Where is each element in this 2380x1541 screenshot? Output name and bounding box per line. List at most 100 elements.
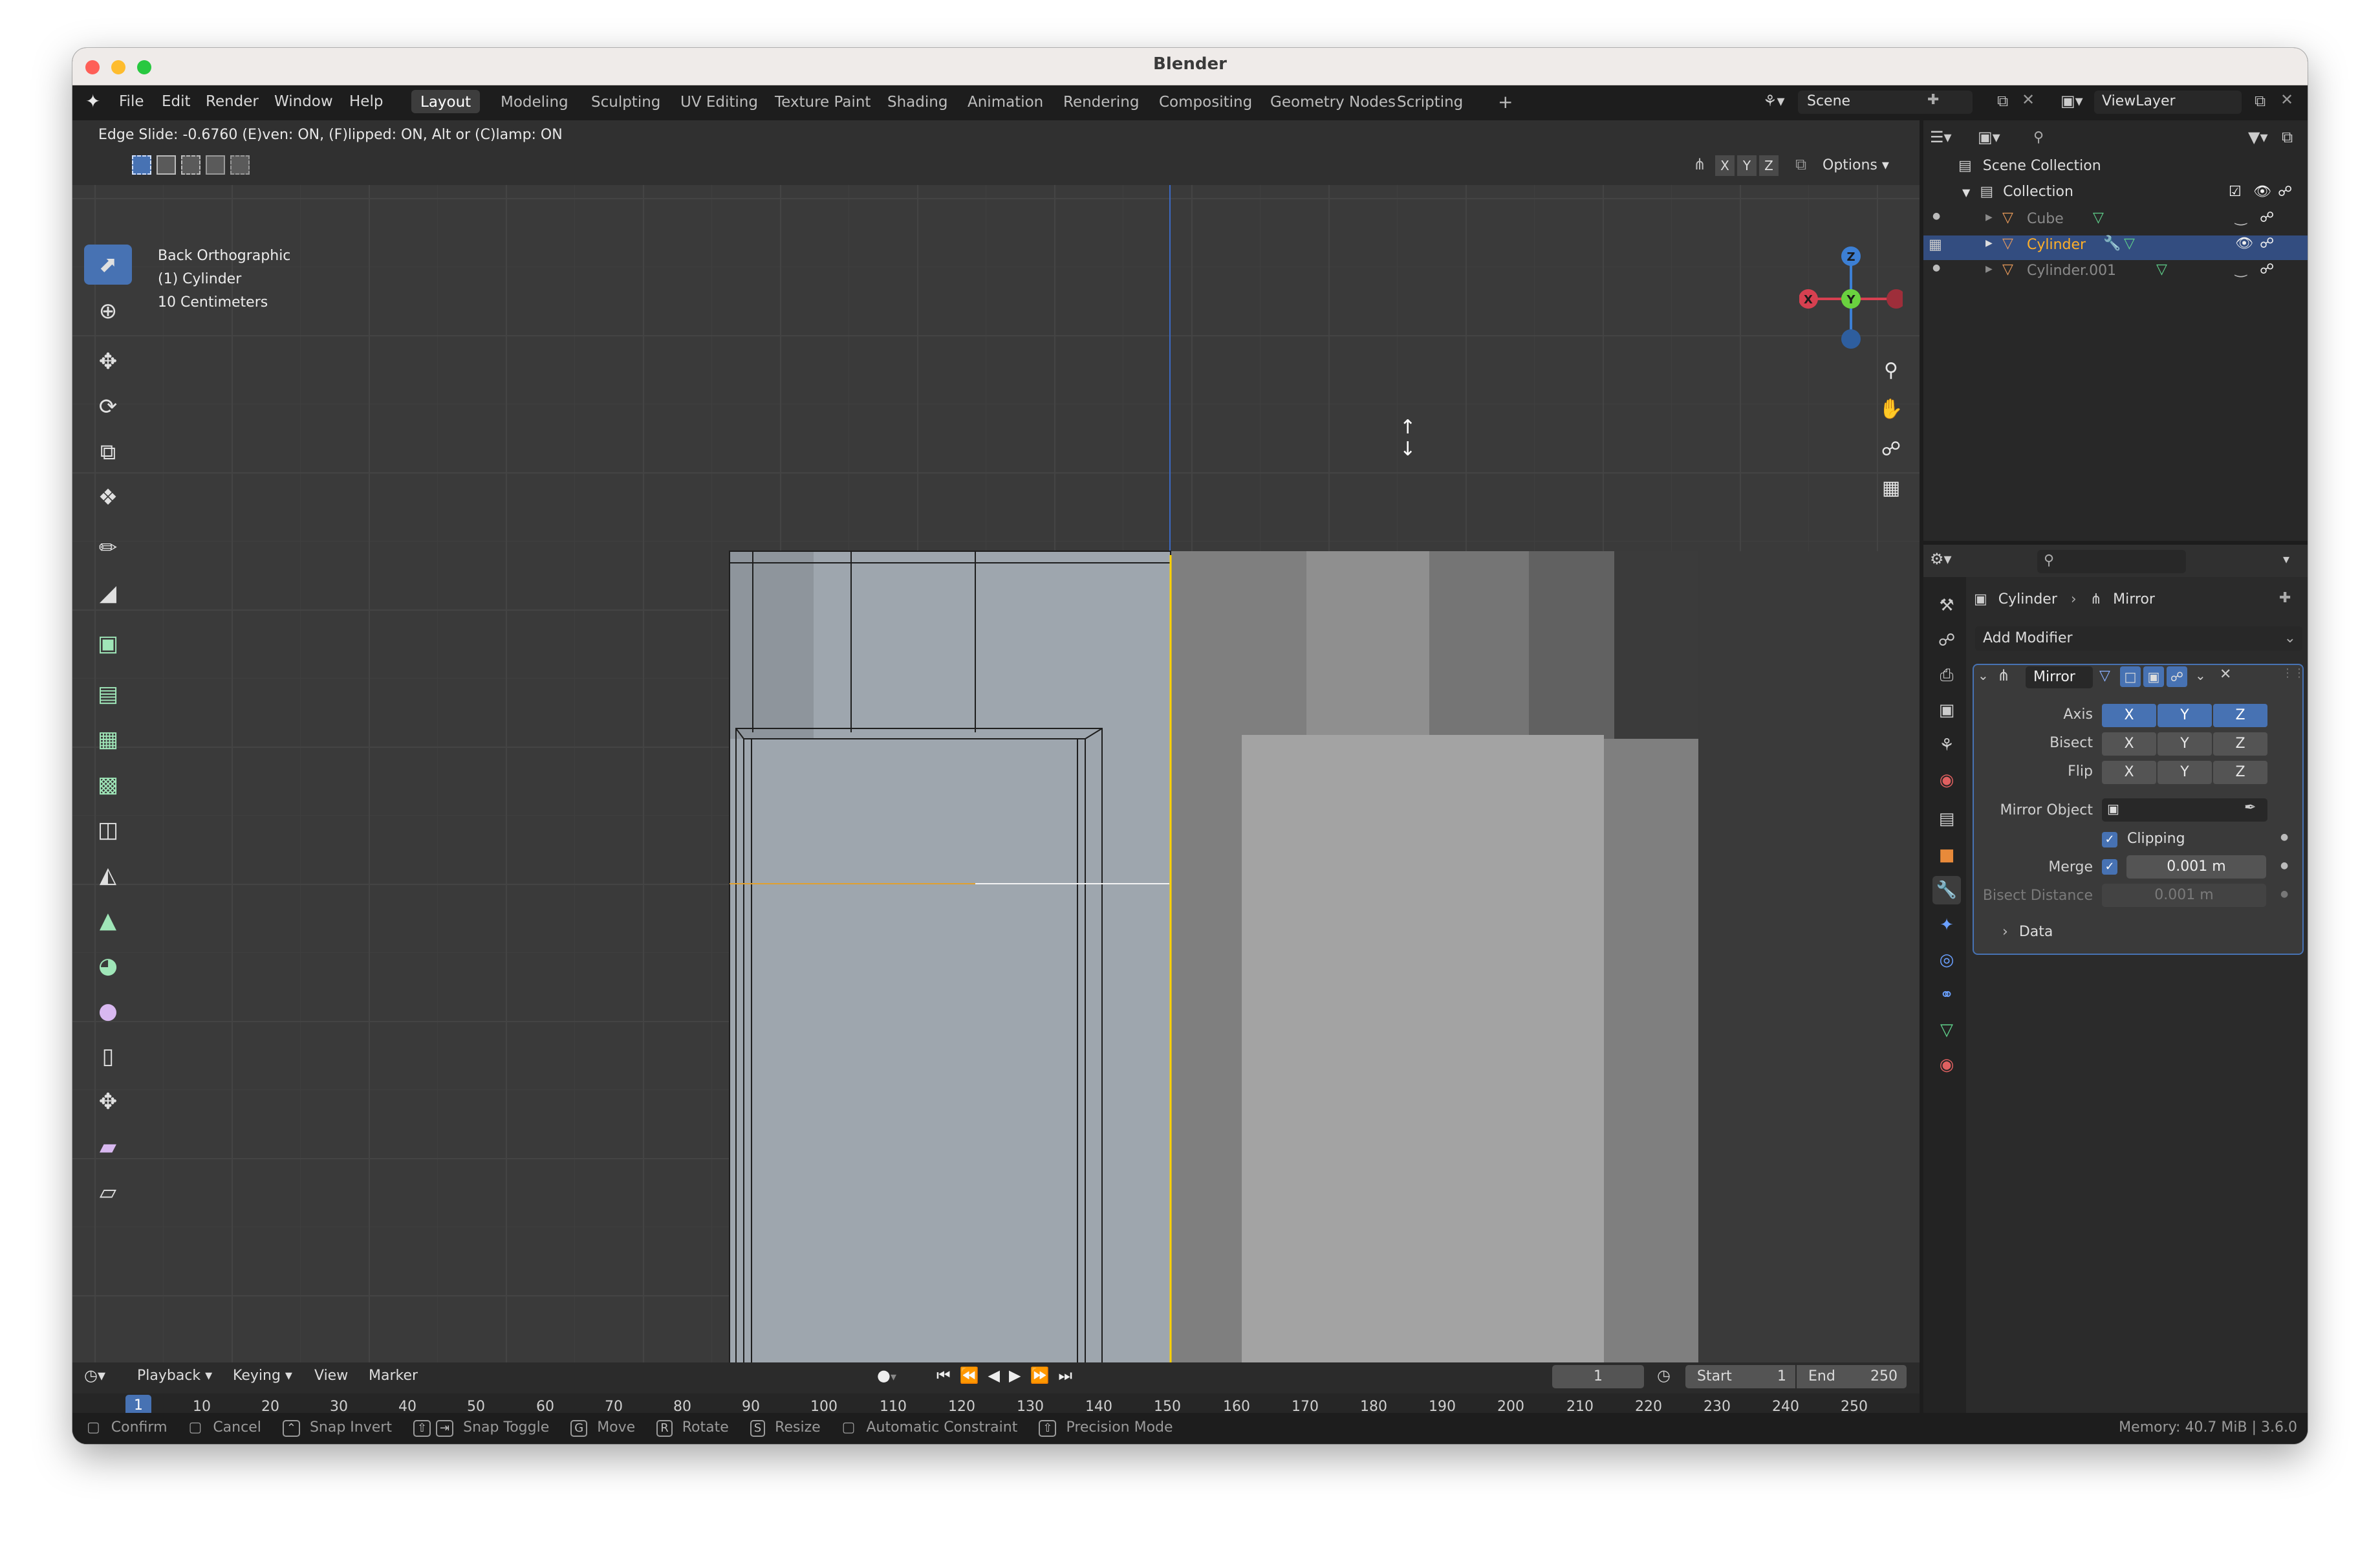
add-workspace-button[interactable]: + bbox=[1489, 87, 1522, 113]
play-icon[interactable]: ▶ bbox=[1009, 1366, 1030, 1384]
rotate-tool[interactable]: ⟳ bbox=[84, 387, 132, 427]
shear-tool[interactable]: ▰ bbox=[84, 1127, 132, 1167]
tab-compositing[interactable]: Compositing bbox=[1150, 90, 1261, 113]
bisect-x-button[interactable]: X bbox=[2102, 732, 2156, 756]
remove-modifier-icon[interactable]: ✕ bbox=[2220, 666, 2231, 683]
outliner-search-input[interactable]: ⚲ bbox=[2027, 127, 2176, 150]
outliner-row-cylinder[interactable]: ▦ ▶ ▽ Cylinder 🔧 ▽ 👁 ☍ bbox=[1923, 235, 2308, 260]
scale-tool[interactable]: ⧉ bbox=[84, 432, 132, 472]
object-tab-icon[interactable]: ■ bbox=[1932, 841, 1961, 869]
poly-build-tool[interactable]: ▲ bbox=[84, 901, 132, 941]
keyframe-dot-icon[interactable]: ● bbox=[2280, 832, 2288, 842]
scene-collection-row[interactable]: ▤ Scene Collection bbox=[1958, 158, 2101, 174]
axis-z-button[interactable]: Z bbox=[2213, 704, 2267, 727]
world-tab-icon[interactable]: ◉ bbox=[1932, 766, 1961, 794]
output-tab-icon[interactable]: ⎙ bbox=[1932, 661, 1961, 690]
start-frame-field[interactable]: Start 1 bbox=[1685, 1365, 1795, 1388]
merge-distance-field[interactable]: 0.001 m bbox=[2126, 855, 2266, 879]
select-invert-icon[interactable] bbox=[206, 155, 225, 175]
hidden-icon[interactable]: ‿ bbox=[2235, 261, 2247, 278]
inset-tool[interactable]: ▦ bbox=[84, 719, 132, 760]
pin-icon[interactable]: ✚ bbox=[2279, 590, 2291, 606]
3d-viewport[interactable]: Back Orthographic (1) Cylinder 10 Centim… bbox=[72, 185, 1920, 1362]
physics-tab-icon[interactable]: ◎ bbox=[1932, 946, 1961, 974]
bevel-tool[interactable]: ▩ bbox=[84, 765, 132, 805]
collection-tab-icon[interactable]: ▤ bbox=[1932, 805, 1961, 833]
collapse-icon[interactable]: ⌄ bbox=[1978, 668, 1989, 683]
spin-tool[interactable]: ◕ bbox=[84, 946, 132, 986]
shrink-fatten-tool[interactable]: ✥ bbox=[84, 1082, 132, 1122]
scene-selector[interactable]: ⚘▾ Scene ✚ bbox=[1763, 91, 1973, 114]
axis-y-button[interactable]: Y bbox=[2158, 704, 2212, 727]
axis-y-toggle[interactable]: Y bbox=[1737, 155, 1757, 176]
select-box-tool[interactable]: ⬈ bbox=[84, 245, 132, 285]
playback-menu[interactable]: Playback ▾ bbox=[137, 1368, 212, 1384]
delete-scene-icon[interactable]: ✕ bbox=[2022, 91, 2035, 109]
select-extend-icon[interactable] bbox=[157, 155, 176, 175]
edit-mode-icon[interactable]: ▦ bbox=[1929, 237, 1942, 253]
delete-view-layer-icon[interactable]: ✕ bbox=[2280, 91, 2293, 109]
options-dropdown[interactable]: Options ▾ bbox=[1823, 154, 1900, 177]
smooth-tool[interactable]: ● bbox=[84, 991, 132, 1031]
gizmo-x-neg-handle[interactable] bbox=[1887, 289, 1903, 309]
edit-mode-toggle-icon[interactable]: □ bbox=[2120, 666, 2141, 687]
menu-file[interactable]: File bbox=[119, 93, 144, 110]
menu-help[interactable]: Help bbox=[349, 93, 383, 110]
flip-z-button[interactable]: Z bbox=[2213, 761, 2267, 784]
edge-slide-tool[interactable]: ▯ bbox=[84, 1036, 132, 1077]
constraints-tab-icon[interactable]: ⚭ bbox=[1932, 981, 1961, 1009]
jump-start-icon[interactable]: ⏮ bbox=[936, 1366, 960, 1384]
mirror-object-field[interactable]: ▣ ✒ bbox=[2102, 798, 2267, 822]
render-camera-icon[interactable]: ☍ bbox=[2260, 210, 2274, 226]
particles-tab-icon[interactable]: ✦ bbox=[1932, 911, 1961, 939]
measure-tool[interactable]: ◢ bbox=[84, 573, 132, 613]
select-subtract-icon[interactable] bbox=[181, 155, 200, 175]
clipping-checkbox[interactable]: ✓ bbox=[2102, 832, 2117, 847]
merge-checkbox[interactable]: ✓ bbox=[2102, 859, 2117, 875]
bisect-z-button[interactable]: Z bbox=[2213, 732, 2267, 756]
collection-checkbox[interactable]: ☑ bbox=[2229, 184, 2242, 200]
render-camera-icon[interactable]: ☍ bbox=[2260, 261, 2274, 278]
view-layer-tab-icon[interactable]: ▣ bbox=[1932, 696, 1961, 725]
new-view-layer-icon[interactable]: ⧉ bbox=[2255, 92, 2266, 110]
add-cube-tool[interactable]: ▣ bbox=[84, 624, 132, 664]
annotate-tool[interactable]: ✏ bbox=[84, 528, 132, 568]
viewport-toggle-icon[interactable]: ▣ bbox=[2143, 666, 2164, 687]
material-tab-icon[interactable]: ◉ bbox=[1932, 1051, 1961, 1079]
clipping-checkbox-row[interactable]: ✓ Clipping bbox=[2102, 831, 2185, 847]
tab-animation[interactable]: Animation bbox=[958, 90, 1052, 113]
display-mode-icon[interactable]: ▣▾ bbox=[1978, 128, 2019, 151]
view-menu[interactable]: View bbox=[314, 1368, 348, 1384]
render-toggle-icon[interactable]: ☍ bbox=[2167, 666, 2187, 687]
pan-hand-icon[interactable]: ✋ bbox=[1878, 396, 1904, 422]
current-frame-field[interactable]: 1 bbox=[1552, 1365, 1644, 1388]
cursor-tool[interactable]: ⊕ bbox=[84, 291, 132, 331]
edit-mode-cage-icon[interactable]: ▽ bbox=[2099, 668, 2110, 684]
select-new-icon[interactable] bbox=[132, 155, 151, 175]
render-camera-icon[interactable]: ☍ bbox=[2260, 235, 2274, 252]
tab-layout[interactable]: Layout bbox=[411, 90, 481, 113]
auto-merge-icon[interactable]: ⧉ bbox=[1795, 155, 1806, 173]
menu-render[interactable]: Render bbox=[206, 93, 259, 110]
outliner-row-cube[interactable]: ● ▶ ▽ Cube ▽ ‿ ☍ bbox=[1923, 210, 2308, 234]
axis-z-toggle[interactable]: Z bbox=[1759, 155, 1779, 176]
new-scene-icon[interactable]: ⧉ bbox=[1997, 92, 2008, 110]
bisect-distance-field[interactable]: 0.001 m bbox=[2102, 884, 2266, 907]
modifier-tab-icon[interactable]: 🔧 bbox=[1932, 876, 1961, 904]
tab-geometry-nodes[interactable]: Geometry Nodes bbox=[1261, 90, 1405, 113]
menu-edit[interactable]: Edit bbox=[162, 93, 191, 110]
hidden-icon[interactable]: ‿ bbox=[2235, 210, 2247, 226]
tab-modeling[interactable]: Modeling bbox=[492, 90, 578, 113]
perspective-grid-icon[interactable]: ▦ bbox=[1878, 475, 1904, 501]
scene-tab-icon[interactable]: ⚘ bbox=[1932, 731, 1961, 760]
tab-texture-paint[interactable]: Texture Paint bbox=[766, 90, 880, 113]
tab-scripting[interactable]: Scripting bbox=[1388, 90, 1472, 113]
collection-visibility-icon[interactable]: 👁 bbox=[2253, 184, 2271, 200]
view-layer-selector[interactable]: ▣▾ ViewLayer bbox=[2061, 91, 2242, 114]
record-icon[interactable]: ●▾ bbox=[877, 1366, 896, 1384]
modifier-name-field[interactable]: Mirror bbox=[2026, 666, 2093, 688]
camera-view-icon[interactable]: ☍ bbox=[1878, 436, 1904, 462]
zoom-icon[interactable]: ⚲ bbox=[1878, 357, 1904, 383]
axis-x-button[interactable]: X bbox=[2102, 704, 2156, 727]
collection-render-icon[interactable]: ☍ bbox=[2278, 184, 2292, 200]
